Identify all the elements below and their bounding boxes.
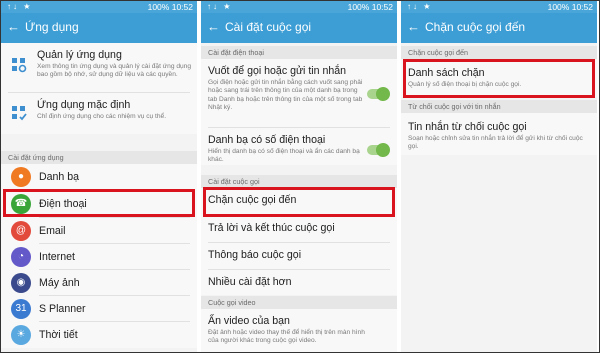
call-settings-screen: ↑↓ ★ 100% 10:52 ← Cài đặt cuộc gọi Cài đ…	[201, 1, 397, 352]
status-bar: ↑↓ ★ 100% 10:52	[201, 1, 397, 13]
app-item[interactable]: 31 S Planner	[1, 296, 197, 322]
reject-message-item[interactable]: Tin nhắn từ chối cuộc gọi Soạn hoặc chỉn…	[401, 113, 597, 155]
app-label: Internet	[39, 251, 75, 263]
back-arrow-icon[interactable]: ←	[7, 19, 20, 34]
more-settings-item[interactable]: Nhiều cài đặt hơn	[201, 270, 397, 295]
item-title: Ẩn video của bạn	[208, 315, 290, 327]
page-title: Chặn cuộc gọi đến	[425, 20, 526, 34]
clock: 10:52	[371, 2, 393, 12]
app-item[interactable]: ◉ Máy ảnh	[1, 270, 197, 296]
item-subtitle: Xem thông tin ứng dụng và quản lý cài đặ…	[37, 63, 191, 79]
item-subtitle: Gọi điện hoặc gửi tin nhắn bằng cách vuố…	[208, 79, 363, 112]
app-label: S Planner	[39, 303, 86, 315]
app-label: Máy ảnh	[39, 277, 80, 289]
internet-icon: ◔	[11, 247, 31, 267]
item-subtitle: Hiển thị danh bạ có số điện thoại và ẩn …	[208, 148, 360, 164]
swipe-toggle[interactable]	[367, 87, 390, 101]
answer-end-calls-item[interactable]: Trả lời và kết thúc cuộc gọi	[201, 216, 397, 243]
battery-level: 100%	[547, 2, 570, 12]
app-manager-item[interactable]: Quản lý ứng dụng Xem thông tin ứng dụng …	[1, 43, 197, 93]
section-header: Chặn cuộc gọi đến	[401, 46, 597, 59]
app-bar: ← Chặn cuộc gọi đến	[401, 13, 597, 43]
app-bar: ← Ứng dụng	[1, 13, 197, 43]
empty-area	[401, 155, 597, 352]
item-title: Vuốt để gọi hoặc gửi tin nhắn	[208, 65, 347, 77]
item-subtitle: Chỉ định ứng dụng cho các nhiệm vụ cụ th…	[37, 113, 167, 120]
clock: 10:52	[571, 2, 593, 12]
battery-level: 100%	[147, 2, 170, 12]
contacts-toggle[interactable]	[367, 143, 390, 157]
app-item[interactable]: ◔ Internet	[1, 244, 197, 270]
item-subtitle: Đặt ảnh hoặc video thay thế để hiển thị …	[208, 329, 365, 345]
app-bar: ← Cài đặt cuộc gọi	[201, 13, 397, 43]
app-item[interactable]: ● Danh bạ	[1, 164, 197, 191]
item-title: Ứng dụng mặc định	[37, 99, 131, 111]
highlight-box	[203, 187, 395, 217]
back-arrow-icon[interactable]: ←	[407, 19, 420, 34]
back-arrow-icon[interactable]: ←	[207, 19, 220, 34]
highlight-box	[403, 59, 595, 98]
item-title: Nhiều cài đặt hơn	[208, 276, 292, 288]
clock: 10:52	[171, 2, 193, 12]
app-label: Danh bạ	[39, 171, 80, 183]
status-bar: ↑↓ ★ 100% 10:52	[401, 1, 597, 13]
contacts-with-number-item[interactable]: Danh bạ có số điện thoại Hiển thị danh b…	[201, 128, 397, 165]
notification-icons: ↑↓ ★	[407, 2, 433, 11]
email-icon: @	[11, 221, 31, 241]
swipe-to-call-item[interactable]: Vuốt để gọi hoặc gửi tin nhắn Gọi điện h…	[201, 59, 397, 128]
app-label: Thời tiết	[39, 329, 78, 341]
app-label: Email	[39, 225, 66, 237]
section-header: Từ chối cuộc gọi với tin nhắn	[401, 100, 597, 113]
hide-video-item[interactable]: Ẩn video của bạn Đặt ảnh hoặc video thay…	[201, 309, 397, 352]
app-item[interactable]: @ Email	[1, 218, 197, 244]
contacts-icon: ●	[11, 167, 31, 187]
block-calls-screen: ↑↓ ★ 100% 10:52 ← Chặn cuộc gọi đến Chặn…	[401, 1, 597, 352]
item-title: Thông báo cuộc gọi	[208, 249, 302, 261]
section-header: Cuộc gọi video	[201, 296, 397, 309]
page-title: Cài đặt cuộc gọi	[225, 20, 312, 34]
call-alerts-item[interactable]: Thông báo cuộc gọi	[201, 243, 397, 270]
item-title: Quản lý ứng dụng	[37, 49, 122, 61]
camera-icon: ◉	[11, 273, 31, 293]
item-title: Trả lời và kết thúc cuộc gọi	[208, 222, 335, 234]
grid-gear-icon	[12, 58, 27, 73]
highlight-box	[3, 189, 195, 217]
checkbox-grid-icon	[12, 106, 27, 121]
app-item[interactable]: ☀ Thời tiết	[1, 322, 197, 348]
item-title: Tin nhắn từ chối cuộc gọi	[408, 121, 527, 133]
notification-icons: ↑↓ ★	[7, 2, 33, 11]
page-title: Ứng dụng	[25, 20, 79, 34]
item-title: Danh bạ có số điện thoại	[208, 134, 326, 146]
battery-level: 100%	[347, 2, 370, 12]
app-settings-screen: ↑↓ ★ 100% 10:52 ← Ứng dụng Quản lý ứng d…	[1, 1, 197, 352]
notification-icons: ↑↓ ★	[207, 2, 233, 11]
section-header: Cài đặt ứng dụng	[1, 151, 197, 164]
weather-icon: ☀	[11, 325, 31, 345]
default-apps-item[interactable]: Ứng dụng mặc định Chỉ định ứng dụng cho …	[1, 93, 197, 134]
status-bar: ↑↓ ★ 100% 10:52	[1, 1, 197, 13]
item-subtitle: Soạn hoặc chỉnh sửa tin nhắn trả lời để …	[408, 135, 583, 151]
section-header: Cài đặt điện thoại	[201, 46, 397, 59]
planner-icon: 31	[11, 299, 31, 319]
